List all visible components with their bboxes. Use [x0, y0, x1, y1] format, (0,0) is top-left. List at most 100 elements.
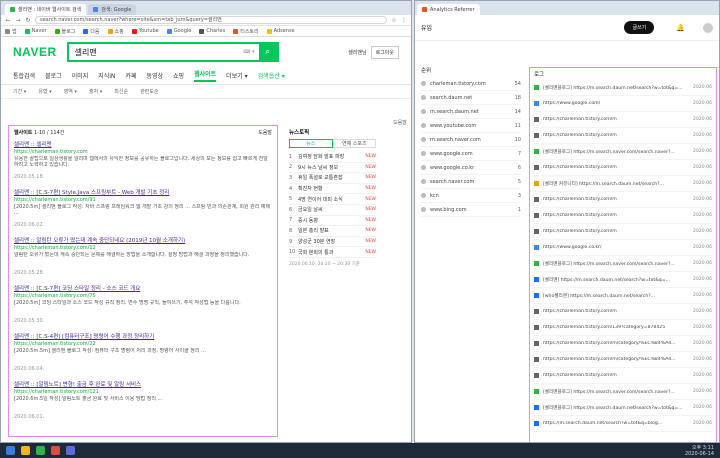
log-row[interactable]: [셀리맨] https://m.search.daum.net/search?w… [534, 272, 712, 288]
log-row[interactable]: https://charleman.tistory.com/m 2020.06 [534, 368, 712, 384]
log-row[interactable]: https://charleman.tistory.com/m 2020.06 [534, 112, 712, 128]
log-row[interactable]: https://charleman.tistory.com/139?catego… [534, 320, 712, 336]
tab-search-options[interactable]: 검색옵션 ▾ [258, 71, 285, 80]
reload-icon[interactable]: ↻ [25, 17, 31, 24]
news-item[interactable]: 3 휴일 폭설로 교통혼잡 NEW [289, 173, 376, 184]
log-row[interactable]: [셀리맨블로그] https://m.search.naver.com/sear… [534, 144, 712, 160]
result-title[interactable]: 셀리맨 :: [알림노트] 변형! 출금 후 완료 및 알림 서비스 [14, 380, 272, 388]
option-area[interactable]: 영역 ▾ [64, 88, 77, 95]
tab-blog[interactable]: 블로그 [45, 71, 62, 80]
log-row[interactable]: [셀리맨블로그] https://m.search.naver.com/sear… [534, 256, 712, 272]
bookmark-blog[interactable]: 블로그 [54, 28, 75, 35]
log-row[interactable]: https://charleman.tistory.com/m 2020.06 [534, 192, 712, 208]
chrome-icon[interactable] [36, 446, 45, 455]
tab-google[interactable]: 검색: Google [88, 4, 137, 15]
result-title[interactable]: 셀리맨 :: 알림탄 오류가 떴는데 계속 중단되네요 (2019년 10월 소… [14, 236, 272, 244]
clock[interactable]: 오후 3:11 2020-06-14 [685, 445, 714, 457]
search-button[interactable]: ⌕ [258, 43, 277, 61]
option-source[interactable]: 출처 ▾ [89, 88, 102, 95]
option-relevance[interactable]: 관련도순 [140, 88, 158, 95]
log-row[interactable]: https://charleman.tistory.com/m 2020.06 [534, 160, 712, 176]
app-icon[interactable] [66, 446, 75, 455]
star-icon[interactable]: ☆ [391, 17, 397, 24]
tab-cafe[interactable]: 카페 [125, 71, 136, 80]
tab-website[interactable]: 웹사이트 [194, 69, 217, 82]
forward-icon[interactable]: → [15, 17, 21, 24]
tab-shopping[interactable]: 쇼핑 [173, 71, 184, 80]
news-item[interactable]: 4 확진자 현황 NEW [289, 184, 376, 195]
news-item[interactable]: 10 국회 본회의 통과 NEW [289, 247, 376, 258]
back-icon[interactable]: ← [5, 17, 11, 24]
logout-button[interactable]: 로그아웃 [370, 45, 399, 59]
ranking-row[interactable]: kcn 3 [421, 189, 521, 203]
naver-logo[interactable]: NAVER [13, 45, 57, 59]
log-row[interactable]: https://charleman.tistory.com/m 2020.06 [534, 208, 712, 224]
start-icon[interactable] [6, 446, 15, 455]
bell-icon[interactable]: 🔔 [676, 24, 685, 32]
result-title[interactable]: 셀리맨 :: [C.S-7편] 코딩 스타일 정리 - 소스 코드 개요 [14, 284, 272, 292]
search-input[interactable] [68, 47, 244, 57]
help-link[interactable]: 도움말 [393, 119, 407, 126]
bookmark-adsense[interactable]: Adsense [266, 28, 295, 34]
tab-image[interactable]: 이미지 [72, 71, 89, 80]
result-title[interactable]: 셀리맨 :: [C.S-4편] [컴퓨터구조] 명령어 수행 과정 정리하기 [14, 332, 272, 340]
bookmark-apps[interactable]: 앱 [5, 28, 17, 35]
ranking-row[interactable]: search.daum.net 18 [421, 91, 521, 105]
ranking-row[interactable]: charleman.tistory.com 54 [421, 77, 521, 91]
ranking-row[interactable]: m.search.naver.com 10 [421, 133, 521, 147]
ranking-row[interactable]: www.bing.com 1 [421, 203, 521, 217]
results-help[interactable]: 도움말 [258, 129, 272, 136]
tab-kin[interactable]: 지식iN [98, 71, 115, 80]
news-item[interactable]: 2 9시 뉴스 날씨 정보 NEW [289, 163, 376, 174]
url-input[interactable]: search.naver.com/search.naver?where=site… [35, 16, 387, 24]
option-period[interactable]: 기간 ▾ [13, 88, 26, 95]
user-name[interactable]: 셀리맨님 [348, 49, 366, 56]
news-item[interactable]: 5 4명 연이어 대피 소식 NEW [289, 194, 376, 205]
bookmark-charles[interactable]: Charles [199, 28, 225, 34]
app-icon[interactable] [51, 446, 60, 455]
news-item[interactable]: 8 일본 총리 발표 NEW [289, 226, 376, 237]
bookmark-shopping[interactable]: 쇼핑 [107, 28, 124, 35]
write-button[interactable]: 글쓰기 [624, 21, 655, 34]
ranking-row[interactable]: www.youtube.com 11 [421, 119, 521, 133]
log-row[interactable]: https://charleman.tistory.com/m/category… [534, 336, 712, 352]
result-url[interactable]: https://charleman.tistory.com/22 [14, 341, 272, 347]
log-row[interactable]: [who셀리맨] https://m.search.daum.net/searc… [534, 288, 712, 304]
avatar[interactable] [703, 22, 713, 33]
result-url[interactable]: https://charleman.tistory.com [14, 149, 272, 155]
bookmark-naver[interactable]: Naver [24, 28, 47, 34]
log-row[interactable]: [셀리맨블로그] https://m.search.daum.net/searc… [534, 400, 712, 416]
tab-all[interactable]: 통합검색 [13, 71, 35, 80]
log-row[interactable]: [셀리맨블로그] https://m.search.daum.net/searc… [534, 80, 712, 96]
log-row[interactable]: https://charleman.tistory.com/m 2020.06 [534, 304, 712, 320]
ranking-row[interactable]: www.google.com 7 [421, 147, 521, 161]
log-row[interactable]: https://charleman.tistory.com/m 2020.06 [534, 224, 712, 240]
log-row[interactable]: https://m.search.daum.net/search?w=tot&q… [534, 416, 712, 432]
tab-video[interactable]: 동영상 [146, 71, 163, 80]
news-item[interactable]: 1 김여정 담화 발표 파장 NEW [289, 152, 376, 163]
bookmark-daum[interactable]: 다음 [83, 28, 100, 35]
folder-icon[interactable] [21, 446, 30, 455]
bookmark-youtube[interactable]: Youtube [131, 28, 159, 34]
bookmark-tistory[interactable]: 티스토리 [233, 28, 259, 35]
ranking-row[interactable]: www.google.co.kr 6 [421, 161, 521, 175]
result-url[interactable]: https://charleman.tistory.com/12 [14, 245, 272, 251]
result-url[interactable]: https://charleman.tistory.com/121 [14, 389, 272, 395]
log-row[interactable]: https://charleman.tistory.com/m 2020.06 [534, 128, 712, 144]
keyboard-icon[interactable]: ⌨ ▾ [243, 49, 254, 55]
tab-naver[interactable]: 셀리맨 : 네이버 웹사이트 검색 [5, 4, 87, 15]
log-row[interactable]: [셀리맨 커뮤니티] https://m.search.daum.net/sea… [534, 176, 712, 192]
news-item[interactable]: 6 금요일 날씨 NEW [289, 205, 376, 216]
news-tab-news[interactable]: 뉴스 [289, 139, 333, 148]
log-row[interactable]: [셀리맨블로그] https://m.search.naver.com/sear… [534, 384, 712, 400]
tab-analytics[interactable]: Analytics Referrer [417, 4, 480, 15]
ranking-row[interactable]: search.naver.com 5 [421, 175, 521, 189]
result-title[interactable]: 셀리맨 :: [C.S-7편] Style.Java 스프링부트 - Web 개… [14, 188, 272, 196]
news-tab-entertainment[interactable]: 연예 스포츠 [332, 139, 376, 148]
log-row[interactable]: https://www.google.co.kr/2020.06 [534, 240, 712, 256]
option-type[interactable]: 유형 ▾ [38, 88, 51, 95]
ranking-row[interactable]: m.search.daum.net 14 [421, 105, 521, 119]
tab-more[interactable]: 더보기 ▾ [226, 71, 247, 80]
result-title[interactable]: 셀리맨 :: 셀리맨 [14, 140, 272, 148]
log-row[interactable]: https://www.google.com/2020.06 [534, 96, 712, 112]
